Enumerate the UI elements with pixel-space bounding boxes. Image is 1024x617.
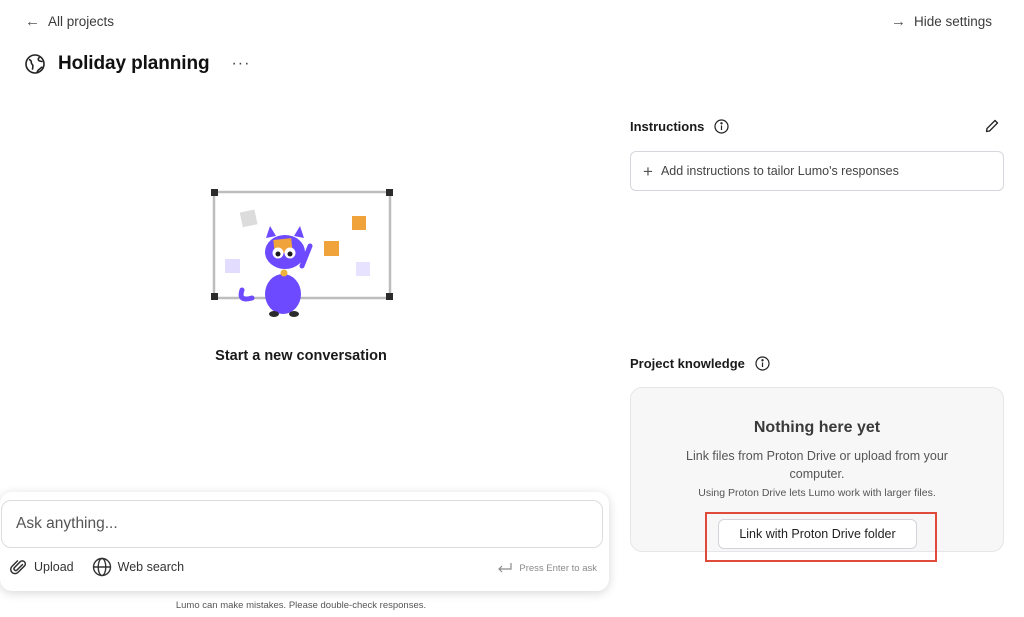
- project-header: Holiday planning ···: [24, 53, 250, 75]
- empty-state-illustration: [210, 186, 394, 320]
- edit-pencil-icon[interactable]: [984, 118, 1000, 134]
- back-to-projects-link[interactable]: ← All projects: [25, 14, 114, 29]
- knowledge-empty-card: Nothing here yet Link files from Proton …: [630, 387, 1004, 552]
- ask-input[interactable]: Ask anything...: [1, 500, 603, 548]
- knowledge-header: Project knowledge: [630, 356, 770, 371]
- hide-settings-label: Hide settings: [913, 14, 992, 29]
- info-icon[interactable]: [755, 356, 770, 371]
- paperclip-icon: [10, 558, 28, 576]
- knowledge-empty-title: Nothing here yet: [753, 419, 881, 436]
- upload-button[interactable]: Upload: [10, 558, 74, 576]
- knowledge-label: Project knowledge: [630, 356, 745, 371]
- enter-key-icon: [497, 562, 513, 574]
- more-options-button[interactable]: ···: [231, 55, 250, 73]
- hide-settings-button[interactable]: → Hide settings: [891, 14, 992, 29]
- globe-icon: [24, 53, 46, 75]
- instructions-label: Instructions: [630, 119, 705, 134]
- instructions-header: Instructions: [630, 119, 730, 134]
- knowledge-empty-hint: Using Proton Drive lets Lumo work with l…: [698, 487, 936, 499]
- composer-tools: Upload Web search: [10, 557, 184, 577]
- enter-hint-label: Press Enter to ask: [519, 562, 597, 574]
- link-proton-drive-button[interactable]: Link with Proton Drive folder: [718, 519, 917, 549]
- knowledge-empty-description: Link files from Proton Drive or upload f…: [686, 449, 948, 481]
- web-search-label: Web search: [117, 560, 185, 574]
- arrow-left-icon: ←: [25, 13, 40, 30]
- globe-search-icon: [92, 557, 112, 577]
- add-instructions-label: Add instructions to tailor Lumo's respon…: [660, 164, 899, 178]
- empty-chat-heading: Start a new conversation: [215, 348, 387, 364]
- upload-label: Upload: [34, 560, 74, 574]
- info-icon[interactable]: [714, 119, 730, 134]
- page-title: Holiday planning: [58, 53, 210, 74]
- web-search-button[interactable]: Web search: [92, 557, 184, 577]
- plus-icon: +: [643, 161, 653, 181]
- add-instructions-button[interactable]: + Add instructions to tailor Lumo's resp…: [630, 151, 1004, 191]
- chat-composer: Ask anything... Upload Web search Press …: [0, 492, 609, 591]
- back-label: All projects: [48, 14, 115, 29]
- arrow-right-icon: →: [890, 13, 906, 30]
- enter-hint: Press Enter to ask: [497, 562, 597, 574]
- disclaimer-text: Lumo can make mistakes. Please double-ch…: [175, 600, 427, 611]
